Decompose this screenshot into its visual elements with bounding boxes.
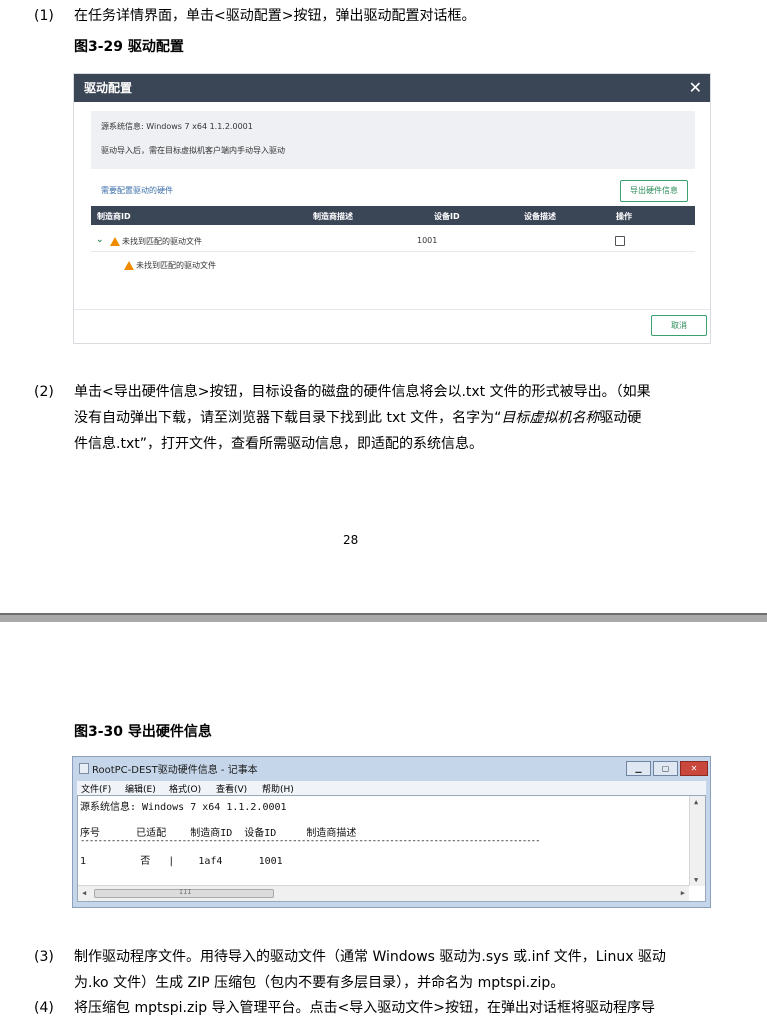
warning-icon [110, 237, 120, 246]
chevron-down-icon[interactable]: ⌄ [96, 235, 104, 245]
menu-bar: 文件(F) 编辑(E) 格式(O) 查看(V) 帮助(H) [77, 781, 706, 795]
step-number: (4) [34, 1000, 54, 1016]
table-row: ⌄ 未找到匹配的驱动文件 1001 [91, 233, 695, 251]
notepad-icon [79, 763, 89, 774]
scroll-down-icon[interactable]: ▼ [694, 876, 698, 884]
step-line: 将压缩包 mptspi.zip 导入管理平台。点击<导入驱动文件>按钮，在弹出对… [74, 1000, 656, 1016]
table-row: 未找到匹配的驱动文件 [91, 257, 695, 275]
dialog-info-box: 源系统信息: Windows 7 x64 1.1.2.0001 驱动导入后，需在… [91, 111, 695, 169]
column-header: 制造商描述 [313, 212, 353, 221]
horizontal-scrollbar[interactable]: ◀ III ▶ [78, 885, 689, 901]
text-line: 源系统信息: Windows 7 x64 1.1.2.0001 [80, 802, 287, 813]
divider [74, 309, 710, 310]
scroll-thumb[interactable]: III [94, 888, 274, 898]
menu-format[interactable]: 格式(O) [169, 782, 201, 795]
step-text: 在任务详情界面，单击<驱动配置>按钮，弹出驱动配置对话框。 [74, 8, 476, 24]
text-editor-area[interactable]: 源系统信息: Windows 7 x64 1.1.2.0001 序号 已适配 制… [77, 795, 706, 902]
hardware-section-label: 需要配置驱动的硬件 [101, 186, 173, 195]
close-button[interactable]: ✕ [680, 761, 708, 776]
cancel-button[interactable]: 取消 [651, 315, 707, 336]
vertical-scrollbar[interactable]: ▲ ▼ [689, 796, 705, 886]
figure-caption-3-30: 图3-30 导出硬件信息 [74, 724, 212, 740]
step-line: 没有自动弹出下载，请至浏览器下载目录下找到此 txt 文件，名字为“目标虚拟机名… [74, 410, 642, 426]
scroll-left-icon[interactable]: ◀ [82, 889, 86, 897]
maximize-button[interactable]: ▢ [653, 761, 678, 776]
step-line: 为.ko 文件）生成 ZIP 压缩包（包内不要有多层目录），并命名为 mptsp… [74, 975, 565, 991]
scroll-right-icon[interactable]: ▶ [681, 889, 685, 897]
close-icon[interactable]: ✕ [689, 74, 702, 102]
emphasis-text: 目标虚拟机名称 [501, 410, 600, 426]
page-number: 28 [343, 533, 359, 547]
export-hardware-info-button[interactable]: 导出硬件信息 [620, 180, 688, 202]
step-text: 单击<导出硬件信息>按钮，目标设备的磁盘的硬件信息将会以.txt 文件的形式被导… [74, 379, 724, 457]
column-header: 制造商ID [97, 212, 131, 221]
step-number: (1) [34, 8, 54, 24]
menu-edit[interactable]: 编辑(E) [125, 782, 156, 795]
step-line: 件信息.txt”，打开文件，查看所需驱动信息，即适配的系统信息。 [74, 436, 483, 452]
page-separator [0, 613, 767, 622]
menu-file[interactable]: 文件(F) [81, 782, 111, 795]
dialog-title-bar: 驱动配置 ✕ [74, 74, 710, 102]
driver-import-notice: 驱动导入后，需在目标虚拟机客户端内手动导入驱动 [101, 146, 285, 155]
edit-icon[interactable] [615, 236, 625, 248]
row-mfr-id: 未找到匹配的驱动文件 [110, 236, 202, 247]
window-title: RootPC-DEST驱动硬件信息 - 记事本 [79, 761, 258, 776]
menu-view[interactable]: 查看(V) [216, 782, 247, 795]
driver-config-dialog: 驱动配置 ✕ 源系统信息: Windows 7 x64 1.1.2.0001 驱… [73, 73, 711, 344]
table-header: 制造商ID 制造商描述 设备ID 设备描述 操作 [91, 206, 695, 225]
step-text: 制作驱动程序文件。用待导入的驱动文件（通常 Windows 驱动为.sys 或.… [74, 944, 724, 996]
figure-caption-3-29: 图3-29 驱动配置 [74, 39, 184, 55]
column-header: 设备ID [434, 212, 460, 221]
step-line: 单击<导出硬件信息>按钮，目标设备的磁盘的硬件信息将会以.txt 文件的形式被导… [74, 384, 651, 400]
column-header: 操作 [616, 212, 632, 221]
menu-help[interactable]: 帮助(H) [262, 782, 294, 795]
thumb-grip: III [179, 888, 192, 896]
source-system-info: 源系统信息: Windows 7 x64 1.1.2.0001 [101, 122, 253, 131]
notepad-window: RootPC-DEST驱动硬件信息 - 记事本 ▁ ▢ ✕ 文件(F) 编辑(E… [72, 756, 711, 908]
dialog-title: 驱动配置 [84, 81, 133, 95]
text-line: ----------------------------------------… [80, 836, 541, 846]
row-device-id: 1001 [417, 236, 438, 245]
step-number: (3) [34, 949, 54, 965]
text-line: 1 否 | 1af4 1001 [80, 856, 283, 867]
column-header: 设备描述 [524, 212, 556, 221]
step-line: 制作驱动程序文件。用待导入的驱动文件（通常 Windows 驱动为.sys 或.… [74, 949, 666, 965]
step-text: 将压缩包 mptspi.zip 导入管理平台。点击<导入驱动文件>按钮，在弹出对… [74, 995, 724, 1021]
row-mfr-id: 未找到匹配的驱动文件 [124, 260, 216, 271]
minimize-button[interactable]: ▁ [626, 761, 651, 776]
divider [91, 251, 695, 252]
step-number: (2) [34, 384, 54, 400]
warning-icon [124, 261, 134, 270]
scroll-up-icon[interactable]: ▲ [694, 798, 698, 806]
